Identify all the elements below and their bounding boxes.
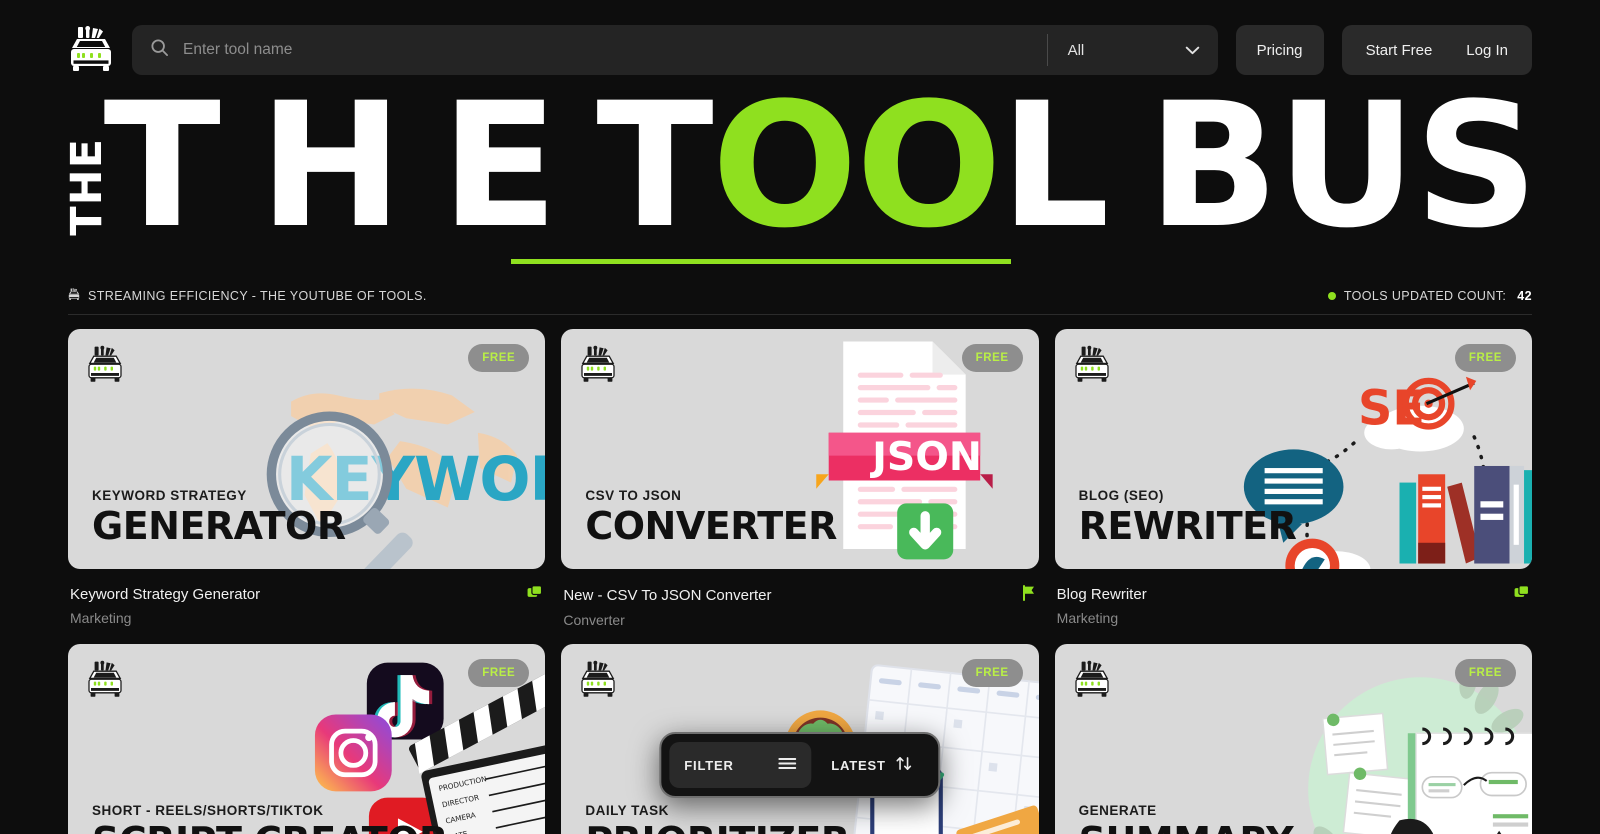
free-badge: FREE	[1454, 344, 1516, 372]
tool-card-thumbnail[interactable]: JSON FREE CSV TO JSON CONVERTER	[561, 329, 1039, 569]
tagline-row: STREAMING EFFICIENCY - THE YOUTUBE OF TO…	[68, 288, 1532, 315]
status-dot-icon	[1327, 292, 1336, 300]
hero-word-the: THE	[103, 65, 597, 267]
tool-category: Marketing	[1056, 610, 1119, 626]
copy-icon[interactable]	[527, 585, 543, 604]
svg-text:JSON: JSON	[870, 434, 983, 480]
tool-name: Keyword Strategy Generator	[70, 586, 261, 603]
tools-updated-value: 42	[1517, 289, 1532, 303]
tool-card[interactable]: SE FREE BLOG (SEO) REWRITER Blog Rewrite…	[1054, 329, 1532, 628]
thumbnail-kicker: DAILY TASK	[585, 803, 669, 818]
thumbnail-caption: GENERATE SUMMARY	[1078, 803, 1294, 834]
tool-name: New - CSV To JSON Converter	[563, 587, 772, 604]
card-bus-icon	[579, 660, 617, 700]
hero-vertical-the: THE	[62, 138, 112, 236]
thumbnail-title: SCRIPT CREATOR	[92, 822, 448, 834]
hamburger-icon	[778, 757, 797, 773]
free-badge: FREE	[1454, 659, 1516, 687]
thumbnail-kicker: CSV TO JSON	[585, 488, 682, 503]
flag-icon[interactable]	[1021, 585, 1037, 606]
tool-card[interactable]: PRODUCTIONDIRECTOR CAMERADATE	[68, 644, 546, 834]
tool-card-thumbnail[interactable]: SE FREE BLOG (SEO) REWRITER	[1054, 329, 1532, 569]
thumbnail-kicker: BLOG (SEO)	[1078, 488, 1164, 503]
card-bus-icon	[1073, 345, 1111, 385]
copy-icon[interactable]	[1514, 585, 1530, 604]
bus-icon	[68, 288, 80, 304]
app-root: All Pricing Start Free Log In THE THETOO…	[0, 0, 1600, 834]
chevron-down-icon	[1185, 42, 1200, 59]
hero-title-block: THE THETOOLBUS	[62, 80, 1538, 272]
tool-card-thumbnail[interactable]: FREE GENERATE SUMMARY	[1054, 644, 1532, 834]
hero-word-oo: OO	[711, 65, 1002, 267]
thumbnail-kicker: SHORT - REELS/SHORTS/TIKTOK	[92, 803, 324, 818]
category-select-value: All	[1067, 41, 1085, 59]
thumbnail-caption: BLOG (SEO) REWRITER	[1079, 488, 1297, 545]
card-bus-icon	[86, 660, 124, 700]
tool-card-footer: New - CSV To JSON Converter	[561, 569, 1038, 606]
tool-card[interactable]: JSON FREE CSV TO JSON CONVERTER New - CS…	[561, 329, 1039, 628]
hero-word-bus: BUS	[1147, 65, 1539, 267]
thumbnail-caption: SHORT - REELS/SHORTS/TIKTOK SCRIPT CREAT…	[92, 803, 448, 834]
tool-card-footer: Blog Rewriter	[1055, 569, 1532, 604]
thumbnail-title: PRIORITIZER	[585, 822, 850, 834]
thumbnail-kicker: GENERATE	[1078, 803, 1157, 818]
tool-card[interactable]: KEYWORD	[68, 329, 546, 628]
thumbnail-caption: CSV TO JSON CONVERTER	[585, 488, 837, 545]
sort-arrows-icon	[896, 756, 913, 774]
tool-card-thumbnail[interactable]: PRODUCTIONDIRECTOR CAMERADATE	[68, 644, 546, 834]
hero-word-t: T	[596, 65, 713, 267]
start-free-button[interactable]: Start Free	[1366, 42, 1433, 59]
hero-accent-underline	[511, 259, 1011, 264]
card-bus-icon	[1073, 660, 1111, 700]
tool-card-footer: Keyword Strategy Generator	[68, 569, 545, 604]
thumbnail-caption: DAILY TASK PRIORITIZER	[585, 803, 850, 834]
thumbnail-title: CONVERTER	[585, 504, 837, 548]
card-bus-icon	[86, 345, 124, 385]
thumbnail-title: SUMMARY	[1079, 822, 1294, 834]
tool-name: Blog Rewriter	[1056, 586, 1147, 603]
filter-sort-bar: FILTER LATEST	[659, 732, 941, 798]
thumbnail-title: REWRITER	[1078, 504, 1297, 548]
free-badge: FREE	[961, 659, 1023, 687]
tagline-text: STREAMING EFFICIENCY - THE YOUTUBE OF TO…	[88, 289, 427, 303]
search-icon	[150, 38, 169, 62]
page-title: THETOOLBUS	[104, 80, 1539, 252]
log-in-button[interactable]: Log In	[1466, 42, 1508, 59]
thumbnail-caption: KEYWORD STRATEGY GENERATOR	[92, 488, 346, 545]
free-badge: FREE	[468, 659, 530, 687]
hero-title-row: THE THETOOLBUS	[62, 80, 1538, 252]
tools-updated-count: TOOLS UPDATED COUNT: 42	[1327, 289, 1532, 303]
tools-updated-label: TOOLS UPDATED COUNT:	[1343, 289, 1507, 303]
tool-card[interactable]: FREE GENERATE SUMMARY	[1054, 644, 1532, 834]
hero-underline-wrap	[68, 259, 1532, 272]
tagline: STREAMING EFFICIENCY - THE YOUTUBE OF TO…	[68, 288, 427, 304]
sort-button[interactable]: LATEST	[817, 742, 930, 788]
free-badge: FREE	[468, 344, 530, 372]
tool-category: Marketing	[70, 610, 132, 626]
tool-card-thumbnail[interactable]: KEYWORD	[68, 329, 546, 569]
thumbnail-kicker: KEYWORD STRATEGY	[92, 488, 247, 503]
filter-label: FILTER	[684, 757, 734, 773]
card-bus-icon	[579, 345, 617, 385]
hero-word-l: L	[1000, 65, 1148, 267]
filter-button[interactable]: FILTER	[669, 742, 812, 788]
search-input[interactable]	[183, 41, 1031, 59]
free-badge: FREE	[961, 344, 1023, 372]
sort-label: LATEST	[831, 757, 886, 773]
tool-category: Converter	[563, 612, 625, 628]
thumbnail-title: GENERATOR	[92, 504, 346, 548]
